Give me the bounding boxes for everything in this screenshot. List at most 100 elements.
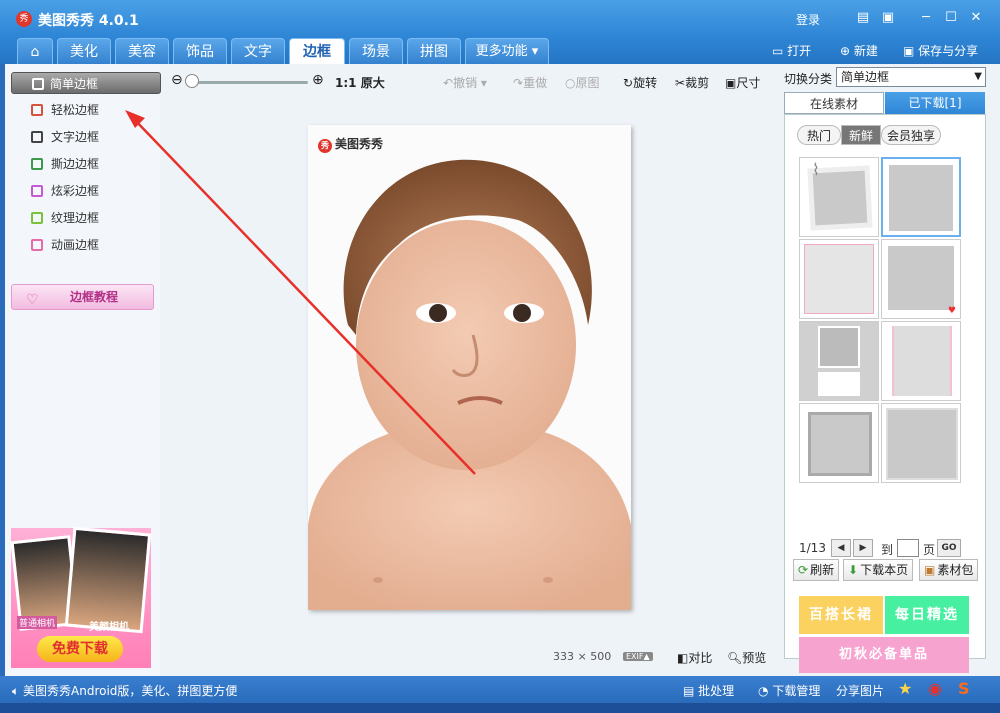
status-bar: 🔈︎ 美图秀秀Android版，美化、拼图更方便 ▤ 批处理 ◔ 下载管理 分享…	[0, 676, 1000, 703]
promo-daily-pick[interactable]: 每日精选	[885, 596, 969, 634]
preview-button[interactable]: 🔍︎预览	[727, 649, 766, 666]
tab-downloaded[interactable]: 已下载[1]	[885, 92, 985, 114]
circle-icon: ○	[565, 76, 576, 90]
ad-label-beauty-camera: 美颜相机	[89, 622, 129, 633]
maximize-icon[interactable]: ☐	[943, 10, 959, 26]
tab-more[interactable]: 更多功能 ▾	[465, 38, 549, 64]
redo-icon: ↷	[513, 76, 524, 90]
subtab-new[interactable]: 新鲜	[841, 125, 881, 145]
preview-icon: 🔍︎	[727, 651, 743, 665]
download-page-button[interactable]: ⬇ 下载本页	[843, 559, 914, 581]
tab-makeup[interactable]: 美容	[115, 38, 169, 64]
minimize-icon[interactable]: ─	[918, 10, 934, 26]
tab-beautify[interactable]: 美化	[57, 38, 111, 64]
open-button[interactable]: ▭ 打开	[772, 42, 811, 59]
frame-thumb[interactable]	[799, 321, 879, 401]
sogou-icon[interactable]: S	[958, 679, 970, 698]
frame-thumb-selected[interactable]	[881, 157, 961, 237]
material-grid: 热门 新鲜 会员独享 ⌇ ♥ 1/13 ◀ ▶ 到 页 GO ⟳ 刷新 ⬇ 下载本页…	[784, 114, 989, 673]
redo-button[interactable]: ↷重做	[513, 74, 547, 91]
close-icon[interactable]: ✕	[968, 10, 984, 26]
frame-thumb[interactable]: ♥	[881, 239, 961, 319]
chevron-down-icon: ▼	[974, 71, 982, 82]
paperclip-icon: ⌇	[812, 160, 820, 179]
arrow-head	[125, 110, 145, 128]
rotate-button[interactable]: ↻旋转	[623, 74, 657, 91]
home-icon: ⌂	[30, 44, 40, 60]
rotate-icon: ↻	[623, 76, 634, 90]
refresh-icon: ⟳	[798, 563, 809, 577]
batch-process-button[interactable]: ▤ 批处理	[683, 682, 734, 699]
switch-category-label: 切换分类	[784, 72, 833, 86]
page-input[interactable]	[897, 539, 919, 557]
prev-page-button[interactable]: ◀	[831, 539, 851, 557]
ad-label-normal-camera: 普通相机	[17, 616, 58, 629]
resize-button[interactable]: ▣尺寸	[725, 74, 760, 91]
tab-online-material[interactable]: 在线素材	[784, 92, 884, 114]
tab-collage[interactable]: 拼图	[407, 38, 461, 64]
taskbar	[0, 703, 1000, 713]
title-bar: 秀 美图秀秀 4.0.1 登录 ▤ ▣ ─ ☐ ✕	[0, 0, 1000, 36]
arrow-line	[132, 117, 476, 475]
new-button[interactable]: ⊕ 新建	[840, 42, 878, 59]
image-size-info: 333 × 500	[553, 650, 612, 663]
download-manager-button[interactable]: ◔ 下载管理	[758, 682, 820, 699]
save-icon: ▣	[903, 44, 915, 58]
package-icon: ▣	[924, 563, 936, 577]
resize-icon: ▣	[725, 76, 737, 90]
frame-thumb[interactable]	[881, 321, 961, 401]
original-image-button[interactable]: ○原图	[565, 74, 600, 91]
goto-label: 到	[881, 543, 894, 557]
share-image-button[interactable]: 分享图片	[836, 682, 884, 699]
message-icon[interactable]: ▤	[855, 10, 871, 26]
heart-icon: ♥	[947, 306, 956, 316]
pagination: 1/13 ◀ ▶ 到 页 GO	[799, 539, 989, 557]
material-pack-button[interactable]: ▣ 素材包	[919, 559, 979, 581]
camera-ad-banner[interactable]: 普通相机 美颜相机 免费下载	[10, 526, 152, 668]
tab-text[interactable]: 文字	[231, 38, 285, 64]
download-icon: ⬇	[848, 563, 859, 577]
go-button[interactable]: GO	[937, 539, 961, 557]
download-manager-icon: ◔	[758, 684, 769, 698]
compare-button[interactable]: ◧对比	[677, 649, 712, 666]
star-icon[interactable]: ★	[898, 679, 912, 698]
main-area: 简单边框 轻松边框 文字边框 撕边边框 炫彩边框 纹理边框 动画边框 ♡ 边框教程…	[5, 64, 1000, 676]
tab-frame[interactable]: 边框	[289, 38, 345, 64]
exif-button[interactable]: EXIF▲	[623, 652, 653, 661]
save-share-button[interactable]: ▣ 保存与分享	[903, 42, 978, 59]
weibo-icon[interactable]: ◉	[928, 679, 942, 698]
login-link[interactable]: 登录	[796, 11, 820, 28]
status-message[interactable]: 🔈︎ 美图秀秀Android版，美化、拼图更方便	[12, 682, 237, 699]
page-unit-label: 页	[923, 543, 936, 557]
speaker-icon: 🔈︎	[12, 684, 20, 698]
page-indicator: 1/13	[799, 541, 826, 555]
folder-icon: ▭	[772, 44, 784, 58]
app-logo-icon: 秀	[16, 11, 32, 27]
subtab-hot[interactable]: 热门	[797, 125, 841, 145]
next-page-button[interactable]: ▶	[853, 539, 873, 557]
scissors-icon: ✂	[675, 76, 686, 90]
promo-autumn[interactable]: 初秋必备单品	[799, 637, 969, 673]
plus-icon: ⊕	[840, 44, 851, 58]
tab-accessories[interactable]: 饰品	[173, 38, 227, 64]
frame-thumb[interactable]	[881, 403, 961, 483]
tab-home[interactable]: ⌂	[17, 38, 53, 64]
main-tab-bar: ⌂ 美化 美容 饰品 文字 边框 场景 拼图 更多功能 ▾ ▭ 打开 ⊕ 新建 …	[0, 36, 1000, 64]
free-download-button[interactable]: 免费下载	[37, 636, 123, 662]
frame-thumb[interactable]	[799, 239, 879, 319]
subtab-vip[interactable]: 会员独享	[881, 125, 941, 145]
refresh-button[interactable]: ⟳ 刷新	[793, 559, 840, 581]
compare-icon: ◧	[677, 651, 689, 665]
frame-thumb[interactable]: ⌇	[799, 157, 879, 237]
annotation-arrow	[125, 110, 476, 475]
category-select[interactable]: 简单边框 ▼	[836, 67, 986, 87]
skin-icon[interactable]: ▣	[880, 10, 896, 26]
frame-thumb[interactable]	[799, 403, 879, 483]
tab-scene[interactable]: 场景	[349, 38, 403, 64]
app-title: 美图秀秀 4.0.1	[38, 13, 139, 29]
promo-long-skirt[interactable]: 百搭长裙	[799, 596, 883, 634]
material-panel: 切换分类 简单边框 ▼ 在线素材 已下载[1] 热门 新鲜 会员独享 ⌇ ♥ 1/…	[780, 64, 1000, 676]
crop-button[interactable]: ✂裁剪	[675, 74, 709, 91]
material-tabs: 在线素材 已下载[1]	[784, 92, 986, 114]
batch-icon: ▤	[683, 684, 695, 698]
